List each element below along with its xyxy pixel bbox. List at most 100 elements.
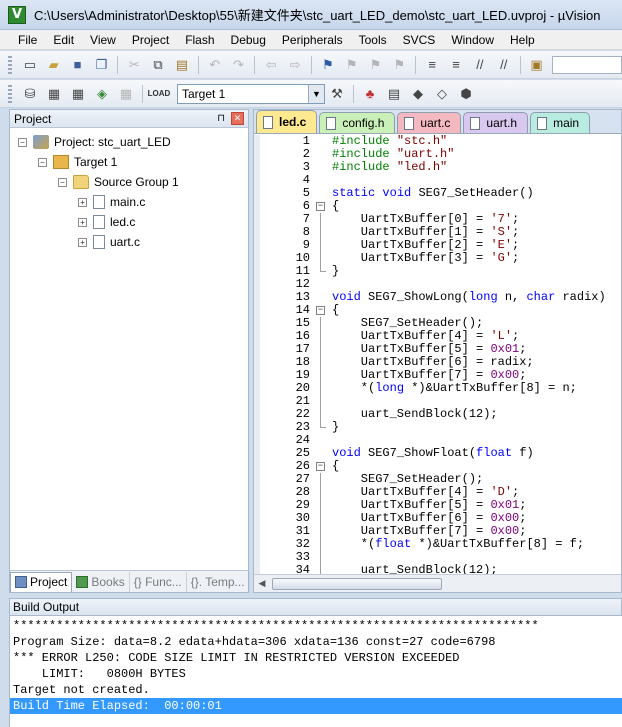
fold-gutter[interactable]: −: [313, 460, 329, 473]
fold-gutter[interactable]: −: [313, 304, 329, 317]
toolbar-grip[interactable]: [8, 55, 12, 74]
prev-bookmark-icon[interactable]: ⚑: [342, 55, 362, 75]
code-token: ;: [512, 251, 520, 265]
fold-collapse-icon[interactable]: −: [316, 462, 325, 471]
new-file-icon[interactable]: ▭: [20, 55, 40, 75]
code-token: static: [332, 186, 383, 200]
collapse-icon[interactable]: −: [58, 177, 67, 187]
menu-edit[interactable]: Edit: [45, 30, 82, 50]
target-select[interactable]: Target 1 ▼: [177, 83, 325, 104]
stop-build-icon[interactable]: ▦: [116, 84, 136, 104]
menu-debug[interactable]: Debug: [223, 30, 274, 50]
collapse-icon[interactable]: −: [18, 137, 27, 147]
editor-tab[interactable]: led.c: [256, 110, 318, 133]
indent-icon[interactable]: ≡: [422, 55, 442, 75]
scrollbar-thumb[interactable]: [272, 577, 442, 590]
code-line[interactable]: 34 uart_SendBlock(12);: [254, 564, 621, 574]
tab-project[interactable]: Project: [10, 571, 73, 592]
expand-icon[interactable]: +: [78, 197, 87, 207]
rebuild-icon[interactable]: ▦: [68, 84, 88, 104]
find-input[interactable]: [552, 55, 622, 74]
tree-item-file[interactable]: + main.c: [10, 192, 248, 212]
select-packs-icon[interactable]: ◆: [408, 84, 428, 104]
navigate-back-icon[interactable]: ⇦: [261, 55, 281, 75]
find-in-files-icon[interactable]: ▣: [527, 55, 547, 75]
editor-tab[interactable]: main: [530, 112, 591, 133]
save-icon[interactable]: ■: [68, 55, 88, 75]
title-bar: V C:\Users\Administrator\Desktop\55\新建文件…: [0, 0, 622, 30]
menu-flash[interactable]: Flash: [177, 30, 222, 50]
pack-installer-icon[interactable]: ⬢: [456, 84, 476, 104]
menu-tools[interactable]: Tools: [351, 30, 395, 50]
editor-tab[interactable]: uart.c: [397, 112, 462, 133]
code-token: void: [332, 290, 369, 304]
tree-item-project[interactable]: − Project: stc_uart_LED: [10, 132, 248, 152]
build-output-panel[interactable]: ****************************************…: [9, 616, 622, 727]
menu-window[interactable]: Window: [443, 30, 502, 50]
menu-svcs[interactable]: SVCS: [395, 30, 444, 50]
cut-icon[interactable]: ✂: [124, 55, 144, 75]
code-editor[interactable]: 1 #include "stc.h" 2 #include "uart.h" 3 #inc…: [254, 135, 621, 574]
tab-books[interactable]: Books: [72, 571, 130, 592]
target-options-icon[interactable]: ⚒: [327, 84, 347, 104]
batch-build-icon[interactable]: ◈: [92, 84, 112, 104]
build-output-line-selected[interactable]: Build Time Elapsed: 00:00:01: [10, 698, 622, 714]
next-bookmark-icon[interactable]: ⚑: [366, 55, 386, 75]
menu-view[interactable]: View: [82, 30, 124, 50]
unindent-icon[interactable]: ≡: [446, 55, 466, 75]
uncomment-icon[interactable]: //: [494, 55, 514, 75]
comment-icon[interactable]: //: [470, 55, 490, 75]
copy-icon[interactable]: ⧉: [148, 55, 168, 75]
build-icon[interactable]: ▦: [44, 84, 64, 104]
pin-icon[interactable]: ⊓: [217, 113, 225, 124]
tree-item-label: Project: stc_uart_LED: [54, 135, 171, 149]
code-token: UartTxBuffer[5] =: [332, 498, 491, 512]
open-folder-icon[interactable]: ▰: [44, 55, 64, 75]
navigate-forward-icon[interactable]: ⇨: [285, 55, 305, 75]
editor-tab[interactable]: config.h: [319, 112, 396, 133]
fold-gutter[interactable]: −: [313, 200, 329, 213]
tab-functions[interactable]: {} Func...: [130, 571, 187, 592]
menu-peripherals[interactable]: Peripherals: [274, 30, 351, 50]
collapse-icon[interactable]: −: [38, 157, 47, 167]
tree-item-file[interactable]: + uart.c: [10, 232, 248, 252]
tree-item-file[interactable]: + led.c: [10, 212, 248, 232]
bookmark-icon[interactable]: ⚑: [318, 55, 338, 75]
fold-gutter: [313, 395, 329, 408]
load-download-icon[interactable]: LOAD: [148, 84, 171, 104]
tree-item-target[interactable]: − Target 1: [10, 152, 248, 172]
fold-collapse-icon[interactable]: −: [316, 306, 325, 315]
expand-icon[interactable]: +: [78, 217, 87, 227]
code-text: void SEG7_ShowLong(long n, char radix): [329, 291, 606, 304]
code-text: UartTxBuffer[3] = 'G';: [329, 252, 519, 265]
fold-collapse-icon[interactable]: −: [316, 202, 325, 211]
file-extensions-icon[interactable]: ▤: [384, 84, 404, 104]
translate-icon[interactable]: ⛁: [20, 84, 40, 104]
close-icon[interactable]: ✕: [231, 112, 244, 125]
editor-tab[interactable]: uart.h: [463, 112, 529, 133]
paste-icon[interactable]: ▤: [172, 55, 192, 75]
expand-icon[interactable]: +: [78, 237, 87, 247]
horizontal-scrollbar[interactable]: ◀: [254, 574, 621, 592]
manage-components-icon[interactable]: ♣: [360, 84, 380, 104]
clear-bookmarks-icon[interactable]: ⚑: [390, 55, 410, 75]
fold-gutter: [313, 317, 329, 330]
redo-icon[interactable]: ↷: [229, 55, 249, 75]
toolbar-grip[interactable]: [8, 84, 12, 103]
code-token: ;: [519, 342, 527, 356]
scroll-left-icon[interactable]: ◀: [254, 578, 270, 589]
menu-project[interactable]: Project: [124, 30, 177, 50]
tab-templates[interactable]: {}. Temp...: [187, 571, 250, 592]
menu-help[interactable]: Help: [502, 30, 543, 50]
code-token: ;: [512, 329, 520, 343]
tree-item-label: Source Group 1: [94, 175, 179, 189]
code-text: void SEG7_ShowFloat(float f): [329, 447, 534, 460]
chevron-down-icon[interactable]: ▼: [308, 84, 324, 103]
fold-gutter: [313, 161, 329, 174]
save-all-icon[interactable]: ❐: [91, 55, 111, 75]
menu-file[interactable]: File: [10, 30, 45, 50]
manage-run-time-icon[interactable]: ◇: [432, 84, 452, 104]
toolbar-separator: [519, 55, 521, 74]
undo-icon[interactable]: ↶: [205, 55, 225, 75]
tree-item-source-group[interactable]: − Source Group 1: [10, 172, 248, 192]
